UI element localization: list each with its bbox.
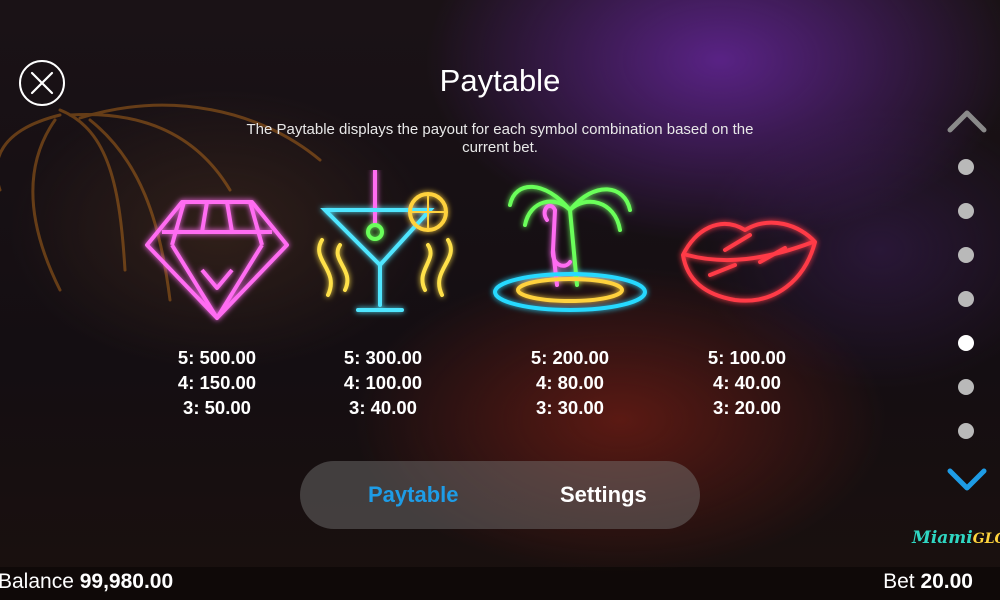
- diamond-icon: [145, 200, 289, 320]
- page-dot-3[interactable]: [958, 247, 974, 263]
- lips-icon: [681, 220, 817, 303]
- tab-settings[interactable]: Settings: [560, 461, 647, 529]
- payout-3-of-kind: 3: 50.00: [183, 397, 251, 418]
- page-dot-5-active[interactable]: [958, 335, 974, 351]
- page-description: The Paytable displays the payout for eac…: [246, 121, 754, 156]
- bet-label: Bet: [883, 570, 915, 593]
- logo-line-1: Miami: [912, 528, 973, 548]
- scroll-up-chevron-icon[interactable]: [946, 106, 988, 134]
- page-dot-6[interactable]: [958, 379, 974, 395]
- payout-5-of-kind: 5: 300.00: [343, 347, 423, 368]
- payout-5-of-kind: 5: 100.00: [707, 347, 787, 368]
- payout-list-diamond: 5: 500.00 4: 150.00 3: 50.00: [132, 345, 302, 420]
- page-dot-4[interactable]: [958, 291, 974, 307]
- bet-value: 20.00: [920, 570, 973, 593]
- payout-3-of-kind: 3: 40.00: [349, 397, 417, 418]
- scroll-down-chevron-icon[interactable]: [946, 466, 988, 494]
- payout-list-flamingo: 5: 200.00 4: 80.00 3: 30.00: [485, 345, 655, 420]
- payout-4-of-kind: 4: 80.00: [536, 372, 604, 393]
- payout-4-of-kind: 4: 40.00: [713, 372, 781, 393]
- payout-4-of-kind: 4: 100.00: [343, 372, 423, 393]
- payout-list-lips: 5: 100.00 4: 40.00 3: 20.00: [662, 345, 832, 420]
- balance-value: 99,980.00: [79, 570, 174, 593]
- tab-paytable[interactable]: Paytable: [368, 461, 459, 529]
- payout-3-of-kind: 3: 30.00: [536, 397, 604, 418]
- bet-display: Bet 20.00: [883, 570, 973, 594]
- page-dot-2[interactable]: [958, 203, 974, 219]
- payout-5-of-kind: 5: 200.00: [530, 347, 610, 368]
- balance-label: Balance: [0, 570, 74, 593]
- payout-5-of-kind: 5: 500.00: [177, 347, 257, 368]
- page-title: Paytable: [439, 63, 561, 98]
- game-logo: MiamiGLOW: [912, 528, 1000, 548]
- balance-display: Balance 99,980.00: [0, 570, 173, 594]
- logo-line-2: GLOW: [972, 531, 1000, 547]
- page-dot-1[interactable]: [958, 159, 974, 175]
- payout-3-of-kind: 3: 20.00: [713, 397, 781, 418]
- payout-4-of-kind: 4: 150.00: [177, 372, 257, 393]
- payout-list-cocktail: 5: 300.00 4: 100.00 3: 40.00: [298, 345, 468, 420]
- flamingo-palm-icon: [493, 184, 647, 312]
- cocktail-icon: [317, 170, 453, 312]
- tab-bar: Paytable Settings: [300, 461, 700, 529]
- page-dot-7[interactable]: [958, 423, 974, 439]
